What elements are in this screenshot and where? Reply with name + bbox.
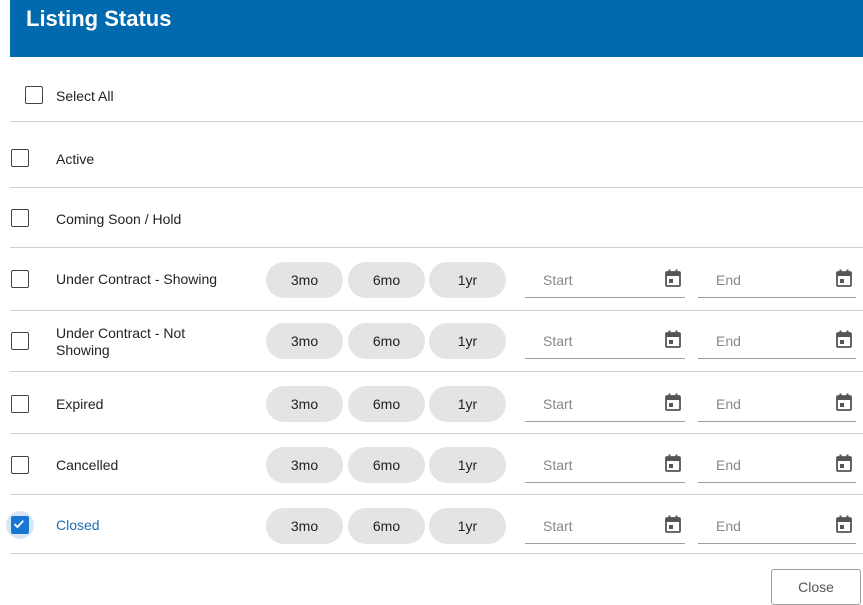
status-checkbox-coming-soon[interactable] — [11, 209, 29, 227]
range-6mo-button[interactable]: 6mo — [348, 447, 425, 483]
divider — [10, 310, 863, 311]
status-checkbox-closed[interactable] — [11, 516, 29, 534]
status-checkbox-active[interactable] — [11, 149, 29, 167]
calendar-icon[interactable] — [836, 330, 852, 348]
checkmark-icon — [13, 520, 24, 529]
divider — [10, 247, 863, 248]
range-6mo-button[interactable]: 6mo — [348, 262, 425, 298]
range-6mo-button[interactable]: 6mo — [348, 323, 425, 359]
start-date-field[interactable]: Start — [525, 509, 685, 544]
range-1yr-button[interactable]: 1yr — [429, 262, 506, 298]
end-date-placeholder: End — [716, 396, 741, 412]
dialog-title: Listing Status — [26, 6, 172, 31]
end-date-field[interactable]: End — [698, 263, 856, 298]
end-date-placeholder: End — [716, 272, 741, 288]
select-all-label: Select All — [56, 88, 114, 104]
range-3mo-button[interactable]: 3mo — [266, 386, 343, 422]
divider — [10, 121, 863, 122]
status-label-under-contract-showing: Under Contract - Showing — [56, 271, 218, 287]
status-label-coming-soon: Coming Soon / Hold — [56, 211, 182, 227]
start-date-field[interactable]: Start — [525, 263, 685, 298]
end-date-field[interactable]: End — [698, 387, 856, 422]
calendar-icon[interactable] — [665, 393, 681, 411]
calendar-icon[interactable] — [665, 269, 681, 287]
range-3mo-button[interactable]: 3mo — [266, 323, 343, 359]
divider — [10, 553, 863, 554]
divider — [10, 187, 863, 188]
calendar-icon[interactable] — [836, 269, 852, 287]
start-date-placeholder: Start — [543, 272, 573, 288]
status-checkbox-under-contract-showing[interactable] — [11, 270, 29, 288]
start-date-placeholder: Start — [543, 518, 573, 534]
start-date-placeholder: Start — [543, 457, 573, 473]
calendar-icon[interactable] — [665, 454, 681, 472]
status-label-expired: Expired — [56, 396, 104, 412]
range-6mo-button[interactable]: 6mo — [348, 386, 425, 422]
range-6mo-button[interactable]: 6mo — [348, 508, 425, 544]
status-label-closed: Closed — [56, 517, 100, 533]
status-checkbox-under-contract-not-showing[interactable] — [11, 332, 29, 350]
divider — [10, 371, 863, 372]
calendar-icon[interactable] — [665, 515, 681, 533]
range-1yr-button[interactable]: 1yr — [429, 447, 506, 483]
close-button[interactable]: Close — [771, 569, 861, 605]
start-date-field[interactable]: Start — [525, 324, 685, 359]
divider — [10, 433, 863, 434]
status-label-under-contract-not-showing: Under Contract - Not Showing — [56, 325, 186, 358]
calendar-icon[interactable] — [665, 330, 681, 348]
range-1yr-button[interactable]: 1yr — [429, 323, 506, 359]
start-date-placeholder: Start — [543, 333, 573, 349]
calendar-icon[interactable] — [836, 454, 852, 472]
dialog-header: Listing Status — [10, 0, 863, 57]
range-1yr-button[interactable]: 1yr — [429, 508, 506, 544]
status-label-active: Active — [56, 151, 95, 167]
status-checkbox-expired[interactable] — [11, 395, 29, 413]
calendar-icon[interactable] — [836, 515, 852, 533]
range-3mo-button[interactable]: 3mo — [266, 508, 343, 544]
status-label-cancelled: Cancelled — [56, 457, 119, 473]
start-date-field[interactable]: Start — [525, 448, 685, 483]
start-date-placeholder: Start — [543, 396, 573, 412]
range-3mo-button[interactable]: 3mo — [266, 447, 343, 483]
select-all-checkbox[interactable] — [25, 86, 43, 104]
end-date-field[interactable]: End — [698, 324, 856, 359]
end-date-placeholder: End — [716, 333, 741, 349]
end-date-placeholder: End — [716, 457, 741, 473]
divider — [10, 494, 863, 495]
calendar-icon[interactable] — [836, 393, 852, 411]
end-date-field[interactable]: End — [698, 448, 856, 483]
range-1yr-button[interactable]: 1yr — [429, 386, 506, 422]
status-checkbox-cancelled[interactable] — [11, 456, 29, 474]
end-date-placeholder: End — [716, 518, 741, 534]
end-date-field[interactable]: End — [698, 509, 856, 544]
start-date-field[interactable]: Start — [525, 387, 685, 422]
range-3mo-button[interactable]: 3mo — [266, 262, 343, 298]
